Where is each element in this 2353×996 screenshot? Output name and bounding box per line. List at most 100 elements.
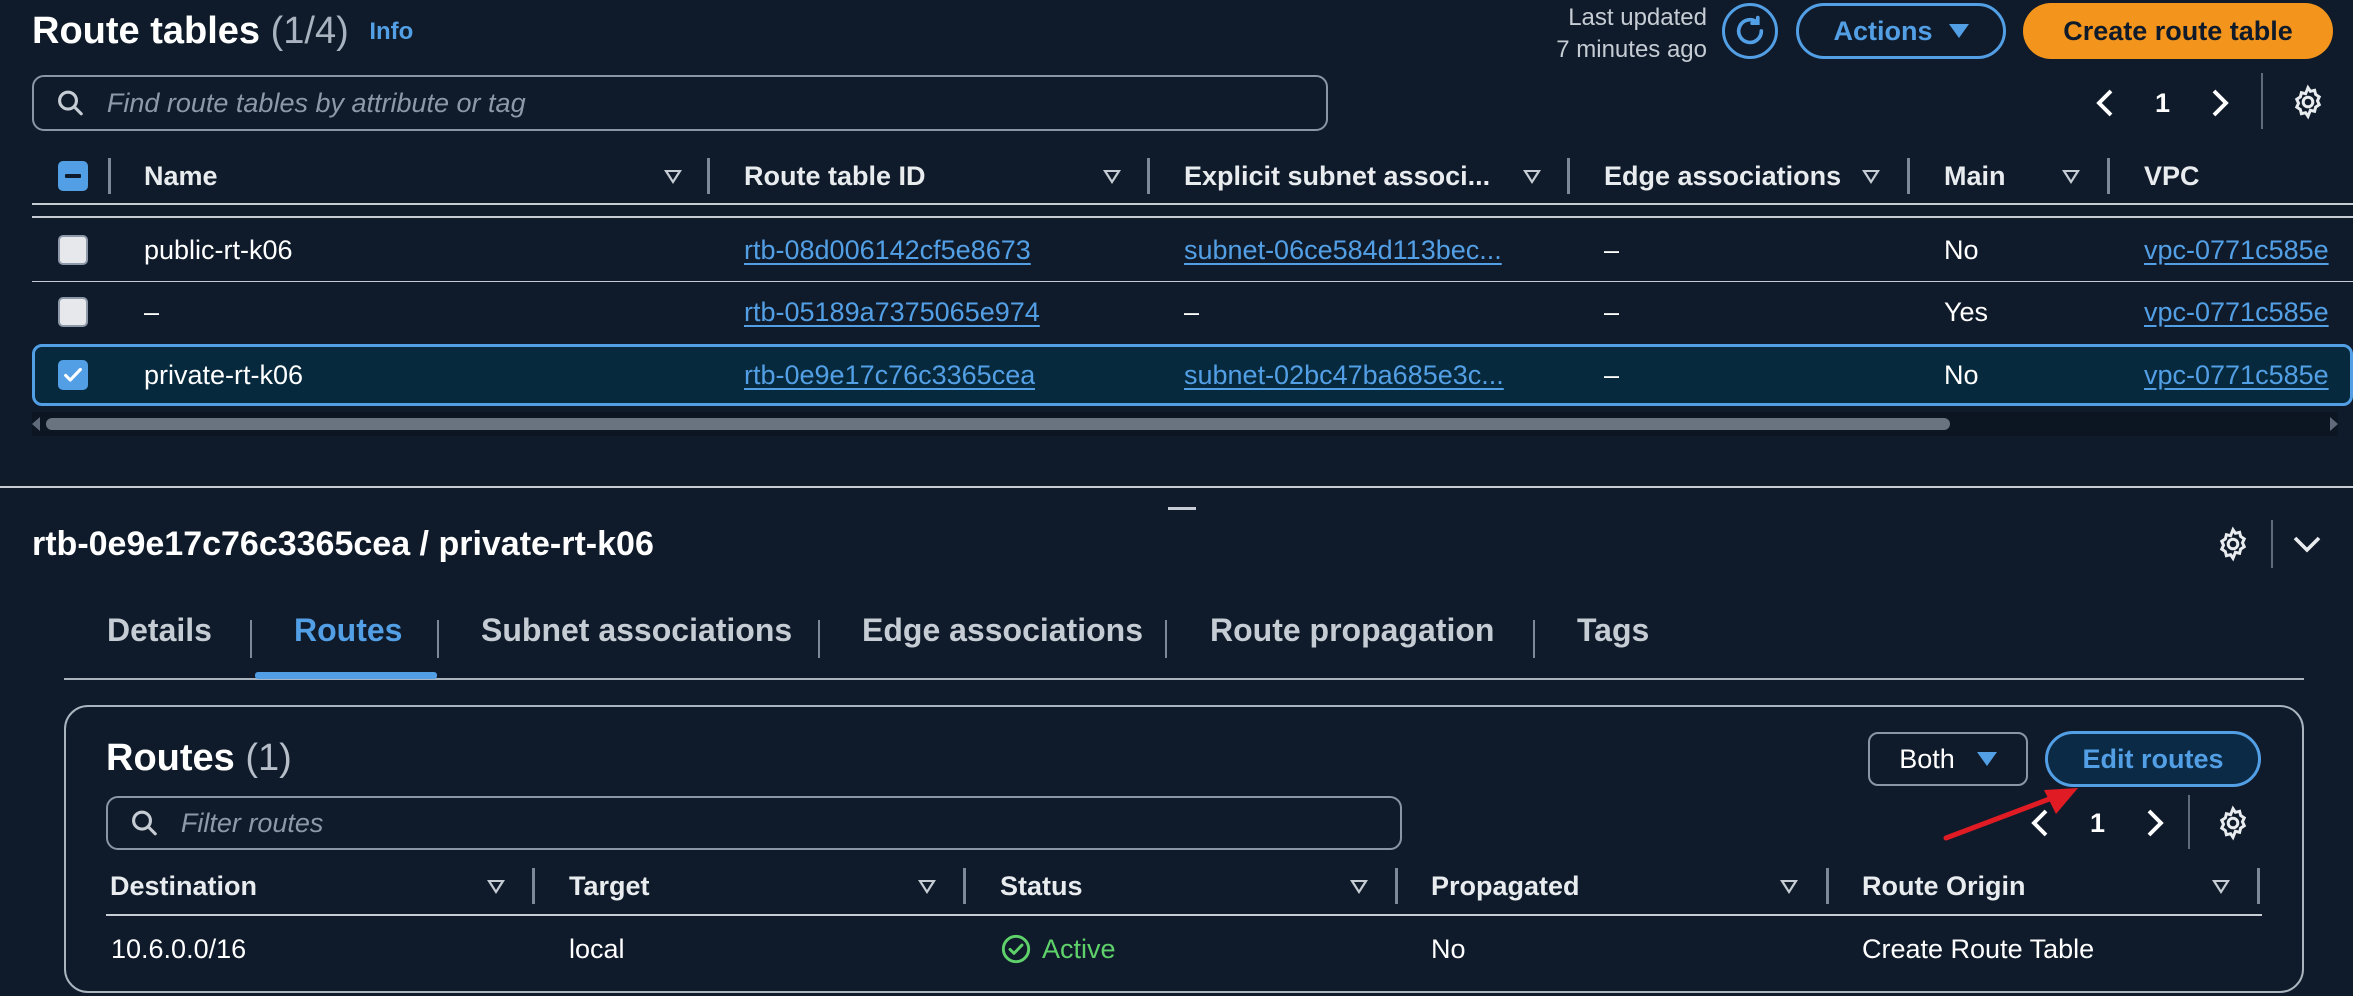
- settings-gear-icon[interactable]: [2290, 84, 2326, 120]
- column-header-route-table-id[interactable]: Route table ID: [744, 155, 926, 197]
- chevron-right-icon[interactable]: [2210, 88, 2230, 118]
- routes-filter[interactable]: [106, 796, 1402, 850]
- column-header-destination[interactable]: Destination: [110, 865, 257, 907]
- table-row-selected[interactable]: private-rt-k06 rtb-0e9e17c76c3365cea sub…: [32, 344, 2353, 406]
- sort-icon[interactable]: [1103, 170, 1121, 184]
- route-filter-select[interactable]: Both: [1868, 732, 2028, 786]
- page-number[interactable]: 1: [2090, 808, 2105, 839]
- detail-title: rtb-0e9e17c76c3365cea / private-rt-k06: [32, 525, 654, 563]
- column-header-label: VPC: [2144, 160, 2200, 191]
- route-table-id-link[interactable]: rtb-0e9e17c76c3365cea: [744, 347, 1035, 403]
- page-title-text: Route tables: [32, 10, 261, 52]
- sort-icon[interactable]: [664, 170, 682, 184]
- column-header-label: Destination: [110, 870, 258, 901]
- row-checkbox[interactable]: [58, 360, 88, 390]
- vpc-link[interactable]: vpc-0771c585e: [2144, 219, 2353, 281]
- tab-details[interactable]: Details: [107, 612, 212, 649]
- info-link[interactable]: Info: [369, 18, 413, 45]
- active-tab-indicator: [255, 672, 437, 679]
- subnet-link[interactable]: subnet-02bc47ba685e3c...: [1184, 347, 1564, 403]
- column-header-name[interactable]: Name: [144, 155, 218, 197]
- edit-routes-button[interactable]: Edit routes: [2045, 731, 2261, 787]
- route-filter-value: Both: [1899, 743, 1955, 774]
- sort-icon[interactable]: [487, 880, 505, 894]
- column-header-explicit-subnet[interactable]: Explicit subnet associ...: [1184, 155, 1490, 197]
- cell-name: private-rt-k06: [144, 359, 304, 390]
- column-header-target[interactable]: Target: [569, 865, 650, 907]
- settings-gear-icon[interactable]: [2215, 805, 2251, 841]
- page-number[interactable]: 1: [2155, 88, 2170, 119]
- chevron-down-icon[interactable]: [2292, 532, 2322, 556]
- vpc-link[interactable]: vpc-0771c585e: [2144, 281, 2353, 343]
- check-circle-icon: [1001, 934, 1031, 964]
- column-separator: [2107, 158, 2110, 194]
- tab-routes[interactable]: Routes: [294, 612, 402, 649]
- column-header-route-origin[interactable]: Route Origin: [1862, 865, 2026, 907]
- route-table-id-link[interactable]: rtb-08d006142cf5e8673: [744, 219, 1031, 281]
- column-separator: [1567, 158, 1570, 194]
- column-header-label: Main: [1944, 160, 2006, 191]
- column-separator: [1826, 868, 1829, 904]
- sort-icon[interactable]: [2062, 170, 2080, 184]
- column-header-label: Route Origin: [1862, 870, 2026, 901]
- horizontal-scrollbar[interactable]: [32, 412, 2338, 436]
- column-header-label: Propagated: [1431, 870, 1580, 901]
- chevron-left-icon[interactable]: [2030, 808, 2050, 838]
- tab-route-propagation[interactable]: Route propagation: [1210, 612, 1494, 649]
- checkmark-icon: [64, 367, 82, 382]
- cell-edge: –: [1604, 234, 1620, 265]
- sort-icon[interactable]: [1523, 170, 1541, 184]
- select-all-checkbox[interactable]: [58, 161, 88, 191]
- refresh-icon: [1736, 15, 1764, 45]
- sort-icon[interactable]: [1350, 880, 1368, 894]
- column-header-propagated[interactable]: Propagated: [1431, 865, 1580, 907]
- split-pane-divider[interactable]: [0, 486, 2353, 488]
- sort-icon[interactable]: [918, 880, 936, 894]
- column-separator: [1395, 868, 1398, 904]
- actions-label: Actions: [1833, 15, 1933, 46]
- sort-icon[interactable]: [1780, 880, 1798, 894]
- table-row[interactable]: – rtb-05189a7375065e974 – – Yes vpc-0771…: [32, 281, 2353, 343]
- scroll-right-icon[interactable]: [2330, 417, 2338, 431]
- column-header-label: Explicit subnet associ...: [1184, 160, 1491, 191]
- actions-button[interactable]: Actions: [1796, 3, 2006, 59]
- column-separator: [532, 868, 535, 904]
- column-separator: [1147, 158, 1150, 194]
- filter-routes-input[interactable]: [178, 806, 1400, 840]
- sort-icon[interactable]: [1862, 170, 1880, 184]
- vpc-link[interactable]: vpc-0771c585e: [2144, 347, 2353, 403]
- resize-handle-icon[interactable]: [1168, 507, 1196, 510]
- cell-name: public-rt-k06: [144, 234, 293, 265]
- route-table-id-link[interactable]: rtb-05189a7375065e974: [744, 281, 1040, 343]
- column-header-vpc[interactable]: VPC: [2144, 155, 2200, 197]
- column-separator: [1907, 158, 1910, 194]
- indeterminate-icon: [65, 174, 81, 178]
- tab-subnet-associations[interactable]: Subnet associations: [481, 612, 792, 649]
- create-route-table-button[interactable]: Create route table: [2023, 3, 2333, 59]
- header-divider: [32, 216, 2353, 218]
- refresh-button[interactable]: [1722, 3, 1778, 59]
- scroll-left-icon[interactable]: [32, 417, 40, 431]
- settings-gear-icon[interactable]: [2215, 526, 2251, 562]
- subnet-link[interactable]: subnet-06ce584d113bec...: [1184, 219, 1564, 281]
- tab-edge-associations[interactable]: Edge associations: [862, 612, 1143, 649]
- caret-down-icon: [1976, 752, 1997, 766]
- column-header-edge-associations[interactable]: Edge associations: [1604, 155, 1841, 197]
- cell-main: Yes: [1944, 296, 1989, 327]
- column-header-status[interactable]: Status: [1000, 865, 1083, 907]
- chevron-left-icon[interactable]: [2095, 88, 2115, 118]
- sort-icon[interactable]: [2212, 880, 2230, 894]
- table-row: 10.6.0.0/16 local Active No Create Route…: [106, 918, 2262, 980]
- column-separator: [707, 158, 710, 194]
- column-header-label: Status: [1000, 870, 1083, 901]
- scrollbar-thumb[interactable]: [46, 418, 1950, 430]
- column-header-main[interactable]: Main: [1944, 155, 2006, 197]
- route-tables-search[interactable]: [32, 75, 1328, 131]
- chevron-right-icon[interactable]: [2145, 808, 2165, 838]
- tab-tags[interactable]: Tags: [1577, 612, 1649, 649]
- table-row[interactable]: public-rt-k06 rtb-08d006142cf5e8673 subn…: [32, 219, 2353, 281]
- search-input[interactable]: [104, 86, 1326, 120]
- row-checkbox[interactable]: [58, 235, 88, 265]
- tab-separator: [1165, 620, 1167, 658]
- row-checkbox[interactable]: [58, 297, 88, 327]
